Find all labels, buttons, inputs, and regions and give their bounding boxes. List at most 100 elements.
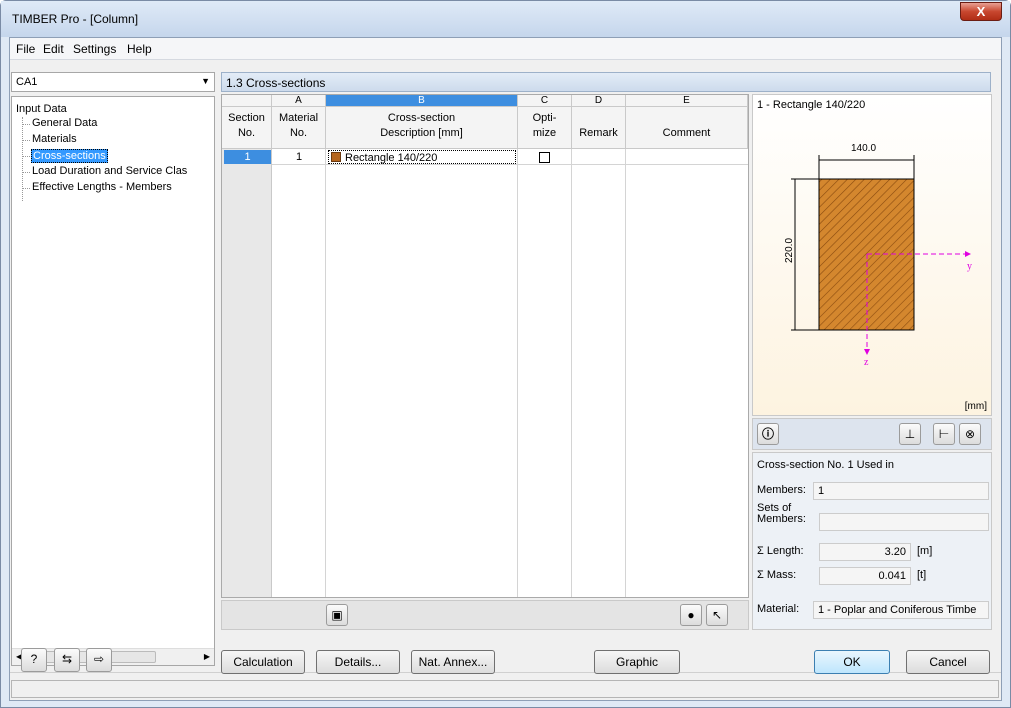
menu-edit[interactable]: Edit xyxy=(43,42,64,56)
z-axis-arrow xyxy=(864,349,870,355)
main-window: TIMBER Pro - [Column] X File Edit Settin… xyxy=(0,0,1011,708)
menu-help[interactable]: Help xyxy=(127,42,152,56)
mass-label: Σ Mass: xyxy=(757,569,797,581)
import-icon: ⇆ xyxy=(61,652,73,666)
export-button[interactable]: ⇨ xyxy=(86,648,112,672)
z-axis-label: z xyxy=(864,357,869,368)
height-dimension-label: 220.0 xyxy=(784,237,796,264)
mass-field: 0.041 xyxy=(819,567,911,585)
zoom-icon: ⊗ xyxy=(964,427,976,441)
eye-icon: ● xyxy=(687,608,695,622)
cell-comment[interactable] xyxy=(626,150,748,164)
header-material-line1: Material xyxy=(278,112,319,124)
nav-item-load-duration[interactable]: Load Duration and Service Clas xyxy=(32,165,187,177)
view-button[interactable]: ● xyxy=(680,604,702,626)
cross-section-table: Section No. A B C D E Material No. Cross… xyxy=(221,94,749,598)
header-optimize-line2: mize xyxy=(532,127,557,139)
col-letter-b[interactable]: B xyxy=(326,95,518,107)
section-header: 1.3 Cross-sections xyxy=(221,72,991,92)
nav-item-materials[interactable]: Materials xyxy=(32,133,77,145)
tree-tick xyxy=(22,188,30,189)
grid-column xyxy=(572,149,626,597)
y-axis-arrow xyxy=(965,251,971,257)
graphic-button[interactable]: Graphic xyxy=(594,650,680,674)
header-section-line1: Section xyxy=(228,112,265,124)
header-comment: Comment xyxy=(626,107,748,149)
axes-button[interactable]: ⊢ xyxy=(933,423,955,445)
dimension-button[interactable]: ⊥ xyxy=(899,423,921,445)
header-remark: Remark xyxy=(572,107,626,149)
usage-heading: Cross-section No. 1 Used in xyxy=(757,459,894,471)
row-number-1[interactable]: 1 xyxy=(224,150,271,164)
cell-material-no[interactable]: 1 xyxy=(272,150,326,164)
library-button[interactable]: ▣ xyxy=(326,604,348,626)
header-material-no: Material No. xyxy=(272,107,326,149)
tree-tick xyxy=(22,124,30,125)
nav-root[interactable]: Input Data xyxy=(16,103,67,115)
tree-tick xyxy=(22,140,30,141)
import-button[interactable]: ⇆ xyxy=(54,648,80,672)
cancel-button[interactable]: Cancel xyxy=(906,650,990,674)
col-letter-e[interactable]: E xyxy=(626,95,748,107)
menu-settings[interactable]: Settings xyxy=(73,42,116,56)
scroll-right-icon[interactable]: ▶ xyxy=(204,652,210,661)
dialog-client: File Edit Settings Help CA1 ▼ Input Data… xyxy=(9,37,1002,701)
cross-section-graphic: 1 - Rectangle 140/220 140.0 220.0 y z [m… xyxy=(752,94,992,416)
header-remark-line2: Remark xyxy=(579,127,618,139)
col-letter-d[interactable]: D xyxy=(572,95,626,107)
material-field: 1 - Poplar and Coniferous Timbe xyxy=(813,601,989,619)
col-letter-a[interactable]: A xyxy=(272,95,326,107)
col-letter-c[interactable]: C xyxy=(518,95,572,107)
row-header-column xyxy=(222,149,272,597)
nat-annex-button[interactable]: Nat. Annex... xyxy=(411,650,495,674)
help-button[interactable]: ? xyxy=(21,648,47,672)
table-toolbar: ▣ ● ↖ xyxy=(221,600,749,630)
material-label: Material: xyxy=(757,603,800,615)
header-comment-line1 xyxy=(626,111,747,126)
mass-unit: [t] xyxy=(917,569,927,581)
optimize-checkbox[interactable] xyxy=(539,152,550,163)
axes-icon: ⊢ xyxy=(938,427,950,441)
case-select[interactable]: CA1 ▼ xyxy=(11,72,215,92)
tree-tick xyxy=(22,172,30,173)
reset-view-button[interactable]: ⊗ xyxy=(959,423,981,445)
width-dimension-label: 140.0 xyxy=(851,143,877,154)
cell-remark[interactable] xyxy=(572,150,626,164)
sets-label-line2: Members: xyxy=(757,513,806,525)
header-description-line1: Cross-section xyxy=(387,112,456,124)
members-label: Members: xyxy=(757,484,806,496)
usage-info-panel: Cross-section No. 1 Used in Members: 1 S… xyxy=(752,452,992,630)
header-remark-line1 xyxy=(572,111,625,126)
length-unit: [m] xyxy=(917,545,933,557)
y-axis-label: y xyxy=(967,261,972,272)
grid-column xyxy=(272,149,326,597)
header-section-line2: No. xyxy=(237,127,256,139)
export-icon: ⇨ xyxy=(93,652,105,666)
sets-label: Sets of Members: xyxy=(757,503,806,525)
grid-column xyxy=(518,149,572,597)
close-button[interactable]: X xyxy=(960,2,1002,21)
material-color-swatch xyxy=(331,152,341,162)
preview-panel: 1 - Rectangle 140/220 140.0 220.0 y z [m… xyxy=(752,94,992,630)
nav-item-general-data[interactable]: General Data xyxy=(32,117,97,129)
header-material-line2: No. xyxy=(289,127,308,139)
menu-file[interactable]: File xyxy=(16,42,35,56)
unit-label: [mm] xyxy=(964,401,987,412)
chevron-down-icon: ▼ xyxy=(201,76,210,86)
members-field: 1 xyxy=(813,482,989,500)
cell-description[interactable]: Rectangle 140/220 xyxy=(328,150,516,164)
details-button[interactable]: Details... xyxy=(316,650,400,674)
help-icon: ? xyxy=(30,652,38,666)
info-button[interactable]: ⓘ xyxy=(757,423,779,445)
nav-item-effective-lengths[interactable]: Effective Lengths - Members xyxy=(32,181,172,193)
book-icon: ▣ xyxy=(331,608,343,622)
cell-description-text: Rectangle 140/220 xyxy=(345,152,438,164)
header-description-line2: Description [mm] xyxy=(380,127,463,139)
nav-item-cross-sections[interactable]: Cross-sections xyxy=(31,149,108,163)
header-comment-line2: Comment xyxy=(662,127,711,139)
ok-button[interactable]: OK xyxy=(814,650,890,674)
calculation-button[interactable]: Calculation xyxy=(221,650,305,674)
length-field: 3.20 xyxy=(819,543,911,561)
pick-button[interactable]: ↖ xyxy=(706,604,728,626)
pointer-icon: ↖ xyxy=(711,608,723,622)
